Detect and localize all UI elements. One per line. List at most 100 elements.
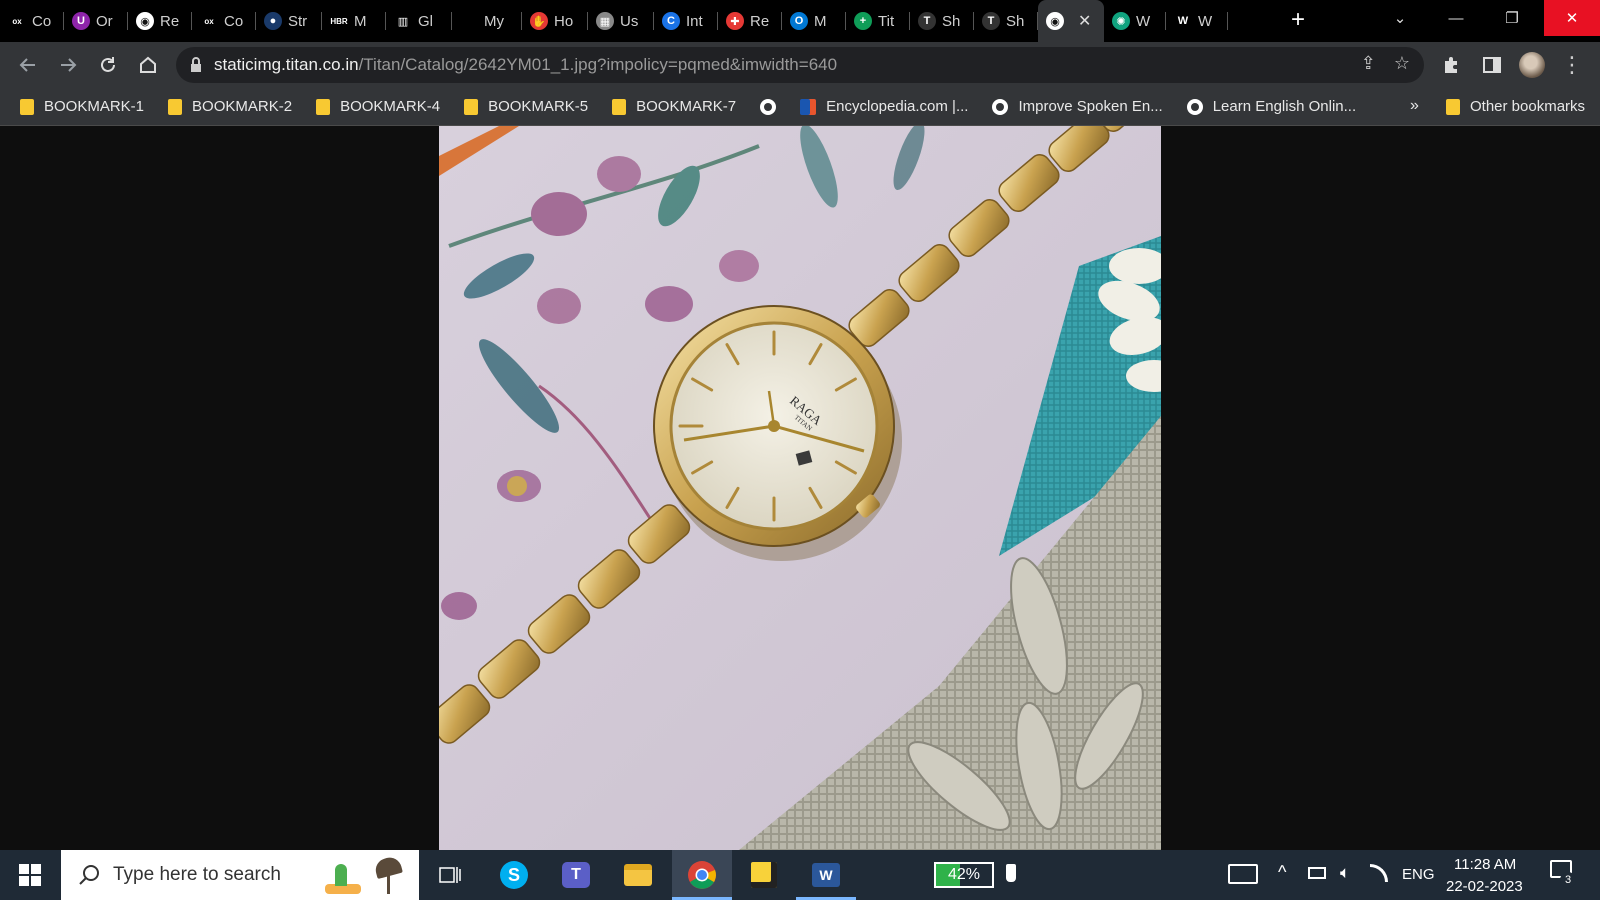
bookmark-2[interactable]: BOOKMARK-4 <box>306 98 450 115</box>
task-view-button[interactable] <box>420 850 480 900</box>
tab-search-button[interactable]: ⌄ <box>1372 0 1428 36</box>
tab-label: Re <box>750 12 770 30</box>
news-widget-icon[interactable] <box>1228 864 1258 884</box>
battery-tray-icon[interactable] <box>1308 867 1326 879</box>
tab-17[interactable]: ✺ W <box>1104 0 1166 42</box>
home-button[interactable] <box>128 45 168 85</box>
share-icon[interactable]: ⇪ <box>1361 53 1376 74</box>
tab-label: Str <box>288 12 308 30</box>
bookmark-3[interactable]: BOOKMARK-5 <box>454 98 598 115</box>
tab-10[interactable]: C Int <box>654 0 718 42</box>
watch-photo-illustration: RAGA TITAN <box>439 126 1161 850</box>
tab-13[interactable]: + Tit <box>846 0 910 42</box>
clock-date[interactable]: 22-02-2023 <box>1446 878 1523 895</box>
sticky-notes-taskbar-button[interactable] <box>734 850 794 900</box>
start-button[interactable] <box>0 850 60 900</box>
tab-18[interactable]: WW <box>1166 0 1228 42</box>
other-bookmarks-label: Other bookmarks <box>1470 98 1586 115</box>
image-icon: ▦ <box>596 12 614 30</box>
teams-icon: T <box>562 862 590 888</box>
puzzle-icon <box>1445 57 1457 73</box>
tab-4[interactable]: ● Str <box>256 0 322 42</box>
tab-15[interactable]: T Sh <box>974 0 1038 42</box>
tab-3[interactable]: ox Co <box>192 0 256 42</box>
word-taskbar-button[interactable]: W <box>796 850 856 900</box>
outlook-icon: O <box>790 12 808 30</box>
cross-icon: ✚ <box>726 12 744 30</box>
reload-icon <box>101 57 115 72</box>
tab-label: Or <box>96 12 113 30</box>
tab-label: W <box>1136 12 1151 30</box>
url-path: /Titan/Catalog/2642YM01_1.jpg?impolicy=p… <box>358 55 838 74</box>
clock-time[interactable]: 11:28 AM <box>1454 856 1516 873</box>
folder-icon <box>1446 98 1460 115</box>
close-tab-icon[interactable]: ✕ <box>1078 11 1091 31</box>
menu-button[interactable]: ⋮ <box>1552 45 1592 85</box>
minimize-button[interactable]: — <box>1428 0 1484 36</box>
tab-0[interactable]: ox Co <box>0 0 64 42</box>
tab-6[interactable]: ▥ Gl <box>386 0 452 42</box>
tab-11[interactable]: ✚ Re <box>718 0 782 42</box>
tab-7[interactable]: My <box>452 0 522 42</box>
close-window-button[interactable]: ✕ <box>1544 0 1600 36</box>
bookmark-4[interactable]: BOOKMARK-7 <box>602 98 746 115</box>
url-host: staticimg.titan.co.in <box>214 55 359 74</box>
battery-indicator[interactable]: 42% <box>934 862 994 888</box>
plus-icon: + <box>854 12 872 30</box>
tab-5[interactable]: HBR M <box>322 0 386 42</box>
globe-icon: ◉ <box>136 12 154 30</box>
bookmark-6[interactable]: Encyclopedia.com |... <box>790 98 978 115</box>
bookmark-7[interactable]: Improve Spoken En... <box>982 98 1172 115</box>
new-tab-button[interactable]: + <box>1278 6 1318 34</box>
extensions-button[interactable] <box>1432 45 1472 85</box>
tab-1[interactable]: U Or <box>64 0 128 42</box>
bookmark-0[interactable]: BOOKMARK-1 <box>10 98 154 115</box>
bookmark-label: BOOKMARK-2 <box>192 98 293 115</box>
back-button[interactable] <box>8 45 48 85</box>
bookmark-label: Improve Spoken En... <box>1018 98 1163 115</box>
forward-button[interactable] <box>48 45 88 85</box>
power-plug-icon <box>1006 864 1016 882</box>
show-hidden-icons-button[interactable]: ^ <box>1278 862 1286 883</box>
address-bar[interactable]: staticimg.titan.co.in/Titan/Catalog/2642… <box>176 47 1424 83</box>
wifi-icon[interactable] <box>1370 864 1388 882</box>
bookmarks-overflow-button[interactable]: » <box>1400 97 1429 115</box>
blank-icon <box>460 12 478 30</box>
side-panel-button[interactable] <box>1472 45 1512 85</box>
chrome-taskbar-button[interactable] <box>672 850 732 900</box>
folder-icon <box>316 98 331 115</box>
bookmark-8[interactable]: Learn English Onlin... <box>1177 98 1366 115</box>
reload-button[interactable] <box>88 45 128 85</box>
tab-9[interactable]: ▦ Us <box>588 0 654 42</box>
profile-avatar[interactable] <box>1512 45 1552 85</box>
t-icon: T <box>918 12 936 30</box>
taskbar-search-box[interactable]: Type here to search <box>61 850 419 900</box>
tab-label: Sh <box>1006 12 1025 30</box>
teams-taskbar-button[interactable]: T <box>546 850 606 900</box>
bookmark-1[interactable]: BOOKMARK-2 <box>158 98 302 115</box>
globe-icon <box>1186 98 1203 115</box>
other-bookmarks[interactable]: Other bookmarks <box>1436 98 1595 115</box>
file-explorer-taskbar-button[interactable] <box>608 850 668 900</box>
chrome-icon <box>688 861 716 889</box>
language-indicator[interactable]: ENG <box>1402 866 1435 883</box>
volume-icon[interactable]: 🔈︎ <box>1340 863 1350 883</box>
tab-strip: ox Co U Or ◉ Re ox Co ● Str HBR M ▥ Gl My ✋ Ho ▦ Us C Int ✚ Re… <box>0 0 1600 42</box>
tab-8[interactable]: ✋ Ho <box>522 0 588 42</box>
tab-16[interactable]: ◉ ✕ <box>1038 0 1104 42</box>
tab-2[interactable]: ◉ Re <box>128 0 192 42</box>
notifications-button[interactable]: 3 <box>1550 860 1576 888</box>
skype-taskbar-button[interactable]: S <box>484 850 544 900</box>
restore-button[interactable]: ❐ <box>1484 0 1540 36</box>
folder-icon <box>20 98 34 115</box>
tab-label: M <box>354 12 367 30</box>
encyclopedia-icon <box>800 98 817 115</box>
tab-12[interactable]: OM <box>782 0 846 42</box>
tab-label: Co <box>32 12 52 30</box>
notification-count: 3 <box>1560 872 1576 888</box>
bookmark-5[interactable] <box>750 98 786 115</box>
url-text: staticimg.titan.co.in/Titan/Catalog/2642… <box>214 55 837 75</box>
bookmark-star-icon[interactable]: ☆ <box>1394 53 1410 74</box>
tab-14[interactable]: T Sh <box>910 0 974 42</box>
tab-label: Us <box>620 12 639 30</box>
